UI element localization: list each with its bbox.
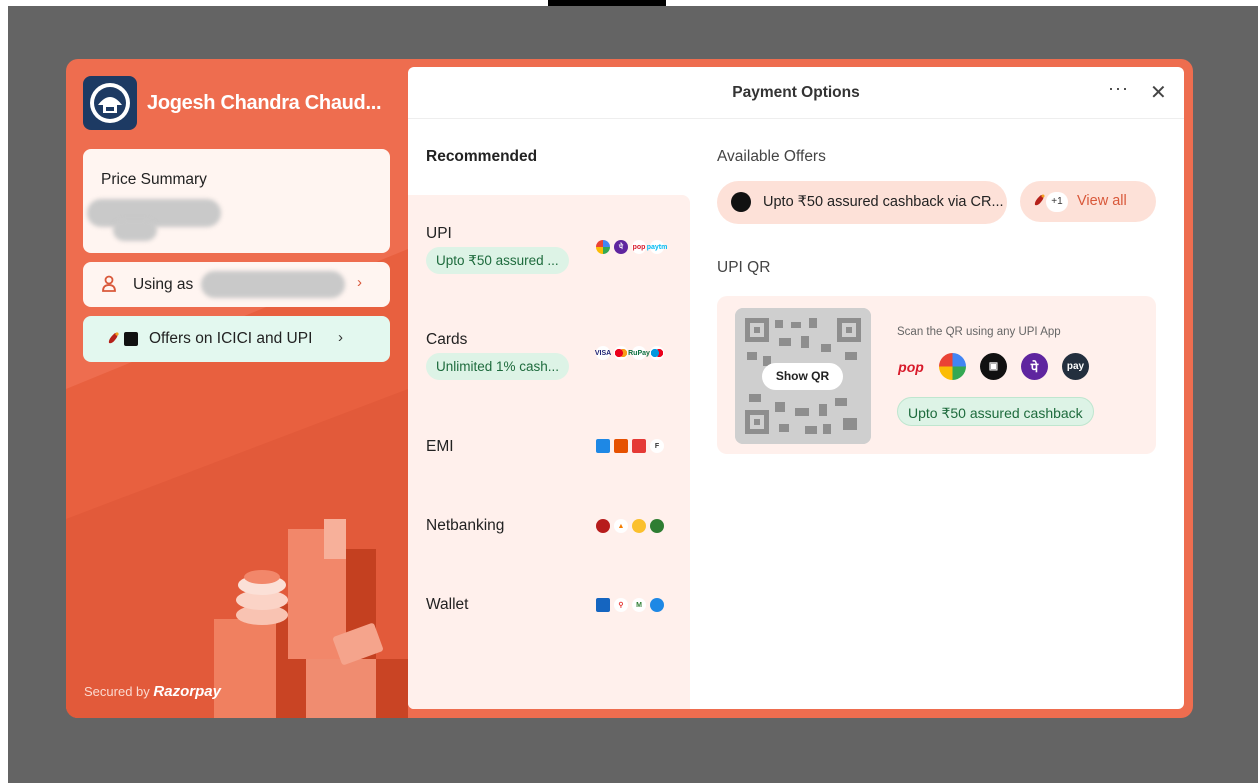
payment-methods: Recommended UPI Upto ₹50 assured ... पे … bbox=[408, 119, 690, 709]
rupay-icon: RuPay bbox=[628, 346, 650, 360]
method-name: EMI bbox=[426, 438, 454, 455]
show-qr-button[interactable]: Show QR bbox=[762, 363, 843, 390]
cred-icon: ▣ bbox=[980, 353, 1007, 380]
top-tab-indicator bbox=[548, 0, 666, 6]
method-name: Wallet bbox=[426, 596, 469, 613]
amazon-pay-icon: pay bbox=[1062, 353, 1089, 380]
method-offer-badge: Unlimited 1% cash... bbox=[426, 353, 570, 380]
pop-icon: pop bbox=[898, 358, 924, 375]
left-panel: Jogesh Chandra Chaud... Price Summary Us… bbox=[66, 59, 408, 718]
card-network-icons: VISA RuPay bbox=[595, 346, 664, 360]
more-options-icon[interactable]: ··· bbox=[1108, 78, 1129, 99]
bank-icon bbox=[596, 519, 610, 533]
user-icon bbox=[102, 275, 116, 292]
wallet-icon: M bbox=[632, 598, 646, 612]
offers-card[interactable]: Offers on ICICI and UPI › bbox=[83, 316, 390, 362]
wallet-icons: ⚲ M bbox=[596, 598, 664, 612]
offer-text: Upto ₹50 assured cashback via CR... bbox=[763, 194, 1004, 210]
methods-list: UPI Upto ₹50 assured ... पे pop paytm Ca… bbox=[408, 195, 690, 709]
payment-options-panel: Payment Options ··· ✕ Recommended UPI Up… bbox=[408, 67, 1184, 709]
pop-icon: pop bbox=[632, 240, 646, 254]
merchant-name: Jogesh Chandra Chaud... bbox=[147, 91, 382, 114]
wallet-icon bbox=[650, 598, 664, 612]
bank-icon: ▲ bbox=[614, 519, 628, 533]
bank-icon bbox=[632, 439, 646, 453]
merchant-logo bbox=[83, 76, 137, 130]
secured-prefix: Secured by bbox=[84, 684, 150, 699]
offers-label: Offers on ICICI and UPI bbox=[149, 330, 313, 347]
plus-count-badge: +1 bbox=[1046, 192, 1068, 212]
merchant-header: Jogesh Chandra Chaud... bbox=[83, 76, 382, 130]
close-icon[interactable]: ✕ bbox=[1150, 80, 1167, 105]
icici-icon bbox=[108, 332, 119, 344]
paytm-icon: paytm bbox=[647, 240, 667, 254]
chevron-right-icon: › bbox=[357, 274, 362, 291]
using-as-label: Using as bbox=[133, 276, 194, 293]
bank-icon bbox=[596, 439, 610, 453]
available-offers-title: Available Offers bbox=[717, 148, 826, 165]
panel-title: Payment Options bbox=[732, 84, 860, 101]
view-all-offers-pill[interactable]: +1 View all bbox=[1020, 181, 1156, 222]
method-name: Netbanking bbox=[426, 517, 505, 534]
upi-qr-card: Show QR Scan the QR using any UPI App po… bbox=[717, 296, 1156, 454]
cred-icon bbox=[124, 332, 138, 346]
maestro-icon bbox=[650, 346, 664, 360]
scan-instructions: Scan the QR using any UPI App bbox=[897, 326, 1061, 338]
price-summary-card[interactable]: Price Summary bbox=[83, 149, 390, 253]
wallet-icon bbox=[596, 598, 610, 612]
price-summary-label: Price Summary bbox=[101, 171, 207, 188]
using-as-card[interactable]: Using as › bbox=[83, 262, 390, 307]
view-all-link[interactable]: View all bbox=[1077, 193, 1127, 209]
gpay-icon bbox=[596, 240, 610, 254]
wallet-icon: ⚲ bbox=[614, 598, 628, 612]
method-upi[interactable]: UPI Upto ₹50 assured ... पे pop paytm bbox=[408, 215, 690, 295]
method-wallet[interactable]: Wallet ⚲ M bbox=[408, 586, 690, 666]
checkout-modal: Jogesh Chandra Chaud... Price Summary Us… bbox=[66, 59, 1193, 718]
method-name: UPI bbox=[426, 225, 452, 242]
upi-app-icons-row: pop ▣ पे pay bbox=[897, 353, 1089, 380]
upi-qr-title: UPI QR bbox=[717, 259, 771, 276]
netbanking-bank-icons: ▲ bbox=[596, 519, 664, 533]
method-netbanking[interactable]: Netbanking ▲ bbox=[408, 507, 690, 587]
redacted-price-sub bbox=[113, 219, 157, 241]
bank-icon: F bbox=[650, 439, 664, 453]
razorpay-brand: Razorpay bbox=[153, 683, 221, 700]
recommended-title: Recommended bbox=[426, 148, 538, 165]
bank-icon bbox=[650, 519, 664, 533]
visa-icon: VISA bbox=[595, 346, 611, 360]
phonepe-icon: पे bbox=[614, 240, 628, 254]
qr-offer-badge: Upto ₹50 assured cashback bbox=[897, 397, 1094, 426]
redacted-user bbox=[201, 271, 345, 298]
method-emi[interactable]: EMI F bbox=[408, 427, 690, 507]
emi-bank-icons: F bbox=[596, 439, 664, 453]
offer-pill[interactable]: Upto ₹50 assured cashback via CR... bbox=[717, 181, 1007, 224]
gpay-icon bbox=[939, 353, 966, 380]
icici-icon bbox=[1034, 194, 1045, 206]
method-name: Cards bbox=[426, 331, 468, 348]
chevron-right-icon: › bbox=[338, 329, 343, 346]
upi-app-icons: पे pop paytm bbox=[596, 240, 667, 254]
secured-by-footer: Secured by Razorpay bbox=[84, 683, 221, 700]
qr-code[interactable]: Show QR bbox=[735, 308, 871, 444]
bank-icon bbox=[614, 439, 628, 453]
bank-icon bbox=[632, 519, 646, 533]
mastercard-icon bbox=[614, 346, 628, 360]
phonepe-icon: पे bbox=[1021, 353, 1048, 380]
method-cards[interactable]: Cards Unlimited 1% cash... VISA RuPay bbox=[408, 321, 690, 401]
panel-header: Payment Options ··· ✕ bbox=[408, 67, 1184, 119]
cred-icon bbox=[731, 192, 751, 212]
method-offer-badge: Upto ₹50 assured ... bbox=[426, 247, 569, 274]
